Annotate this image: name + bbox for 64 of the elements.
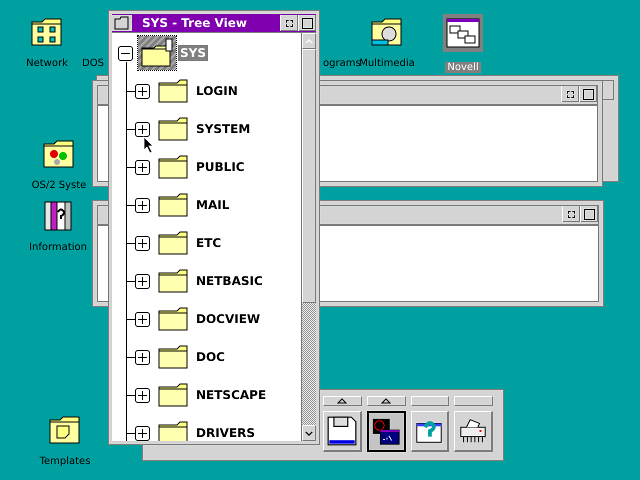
tree-item-label[interactable]: NETSCAPE — [194, 387, 268, 403]
expand-toggle[interactable] — [135, 84, 150, 98]
scroll-up-button[interactable] — [302, 33, 316, 49]
command-prompt-button[interactable] — [366, 411, 406, 452]
drawer-arrow-icon — [381, 398, 392, 404]
command-prompt-icon — [371, 416, 402, 446]
chevron-down-icon — [305, 430, 313, 436]
hide-button[interactable] — [280, 15, 298, 31]
tree-item-label[interactable]: PUBLIC — [194, 159, 247, 175]
icon-label[interactable]: OS/2 Syste — [30, 180, 88, 191]
folder-icon[interactable] — [158, 155, 188, 179]
windows-icon[interactable] — [443, 14, 483, 52]
tree-item-label[interactable]: ETC — [194, 235, 224, 251]
folder-icon[interactable] — [158, 383, 188, 407]
expand-toggle[interactable] — [135, 312, 150, 326]
tree-item-label[interactable]: DOCVIEW — [194, 311, 262, 327]
icon-label[interactable]: DOS — [80, 58, 106, 69]
drawer-button[interactable] — [366, 396, 406, 406]
folder-icon[interactable] — [158, 307, 188, 331]
expand-toggle[interactable] — [135, 274, 150, 288]
folder-icon[interactable] — [158, 193, 188, 217]
tree-item-label[interactable]: DRIVERS — [194, 425, 258, 441]
folder-icon[interactable] — [112, 15, 132, 31]
tree-item-label[interactable]: LOGIN — [194, 83, 240, 99]
scroll-thumb[interactable] — [302, 49, 316, 303]
drawer-button[interactable] — [323, 396, 362, 406]
folder-icon[interactable] — [158, 345, 188, 369]
tree-item-label[interactable]: NETBASIC — [194, 273, 265, 289]
tree-item-label[interactable]: SYS — [178, 45, 208, 61]
mouse-pointer-icon — [143, 136, 155, 154]
icon-label[interactable]: Novell — [445, 62, 481, 73]
expand-toggle[interactable] — [135, 160, 150, 174]
expand-toggle[interactable] — [135, 236, 150, 250]
vertical-scrollbar[interactable] — [301, 33, 316, 441]
shredder-button[interactable] — [454, 411, 493, 452]
tree-item-label[interactable]: MAIL — [194, 197, 232, 213]
expand-toggle[interactable] — [135, 122, 150, 136]
icon-label[interactable]: Templates — [38, 456, 92, 467]
folder-icon[interactable] — [158, 79, 188, 103]
folder-icon[interactable] — [158, 269, 188, 293]
folder-icon[interactable] — [158, 117, 188, 141]
icon-label[interactable]: Information — [27, 242, 89, 253]
drawer-arrow-icon — [337, 398, 348, 404]
hide-button[interactable] — [561, 86, 579, 102]
tree-item-label[interactable]: DOC — [194, 349, 227, 365]
maximize-button[interactable] — [579, 86, 597, 102]
expand-toggle[interactable] — [135, 198, 150, 212]
hide-button[interactable] — [562, 206, 580, 222]
maximize-button[interactable] — [580, 206, 598, 222]
folder-icon[interactable] — [158, 421, 188, 441]
drive-folder-icon[interactable] — [138, 36, 176, 70]
folder-icon[interactable] — [158, 231, 188, 255]
floppy-button[interactable] — [323, 411, 362, 452]
window-title: SYS - Tree View — [141, 16, 248, 30]
expand-toggle[interactable] — [135, 426, 150, 440]
maximize-button[interactable] — [298, 15, 316, 31]
expand-toggle[interactable] — [135, 388, 150, 402]
expand-toggle[interactable] — [135, 350, 150, 364]
scroll-down-button[interactable] — [302, 425, 316, 441]
icon-label[interactable]: Network — [24, 58, 70, 69]
collapse-toggle[interactable] — [118, 46, 133, 60]
chevron-up-icon — [305, 38, 313, 44]
tree-item-label[interactable]: SYSTEM — [194, 121, 252, 137]
help-button[interactable] — [410, 411, 450, 452]
